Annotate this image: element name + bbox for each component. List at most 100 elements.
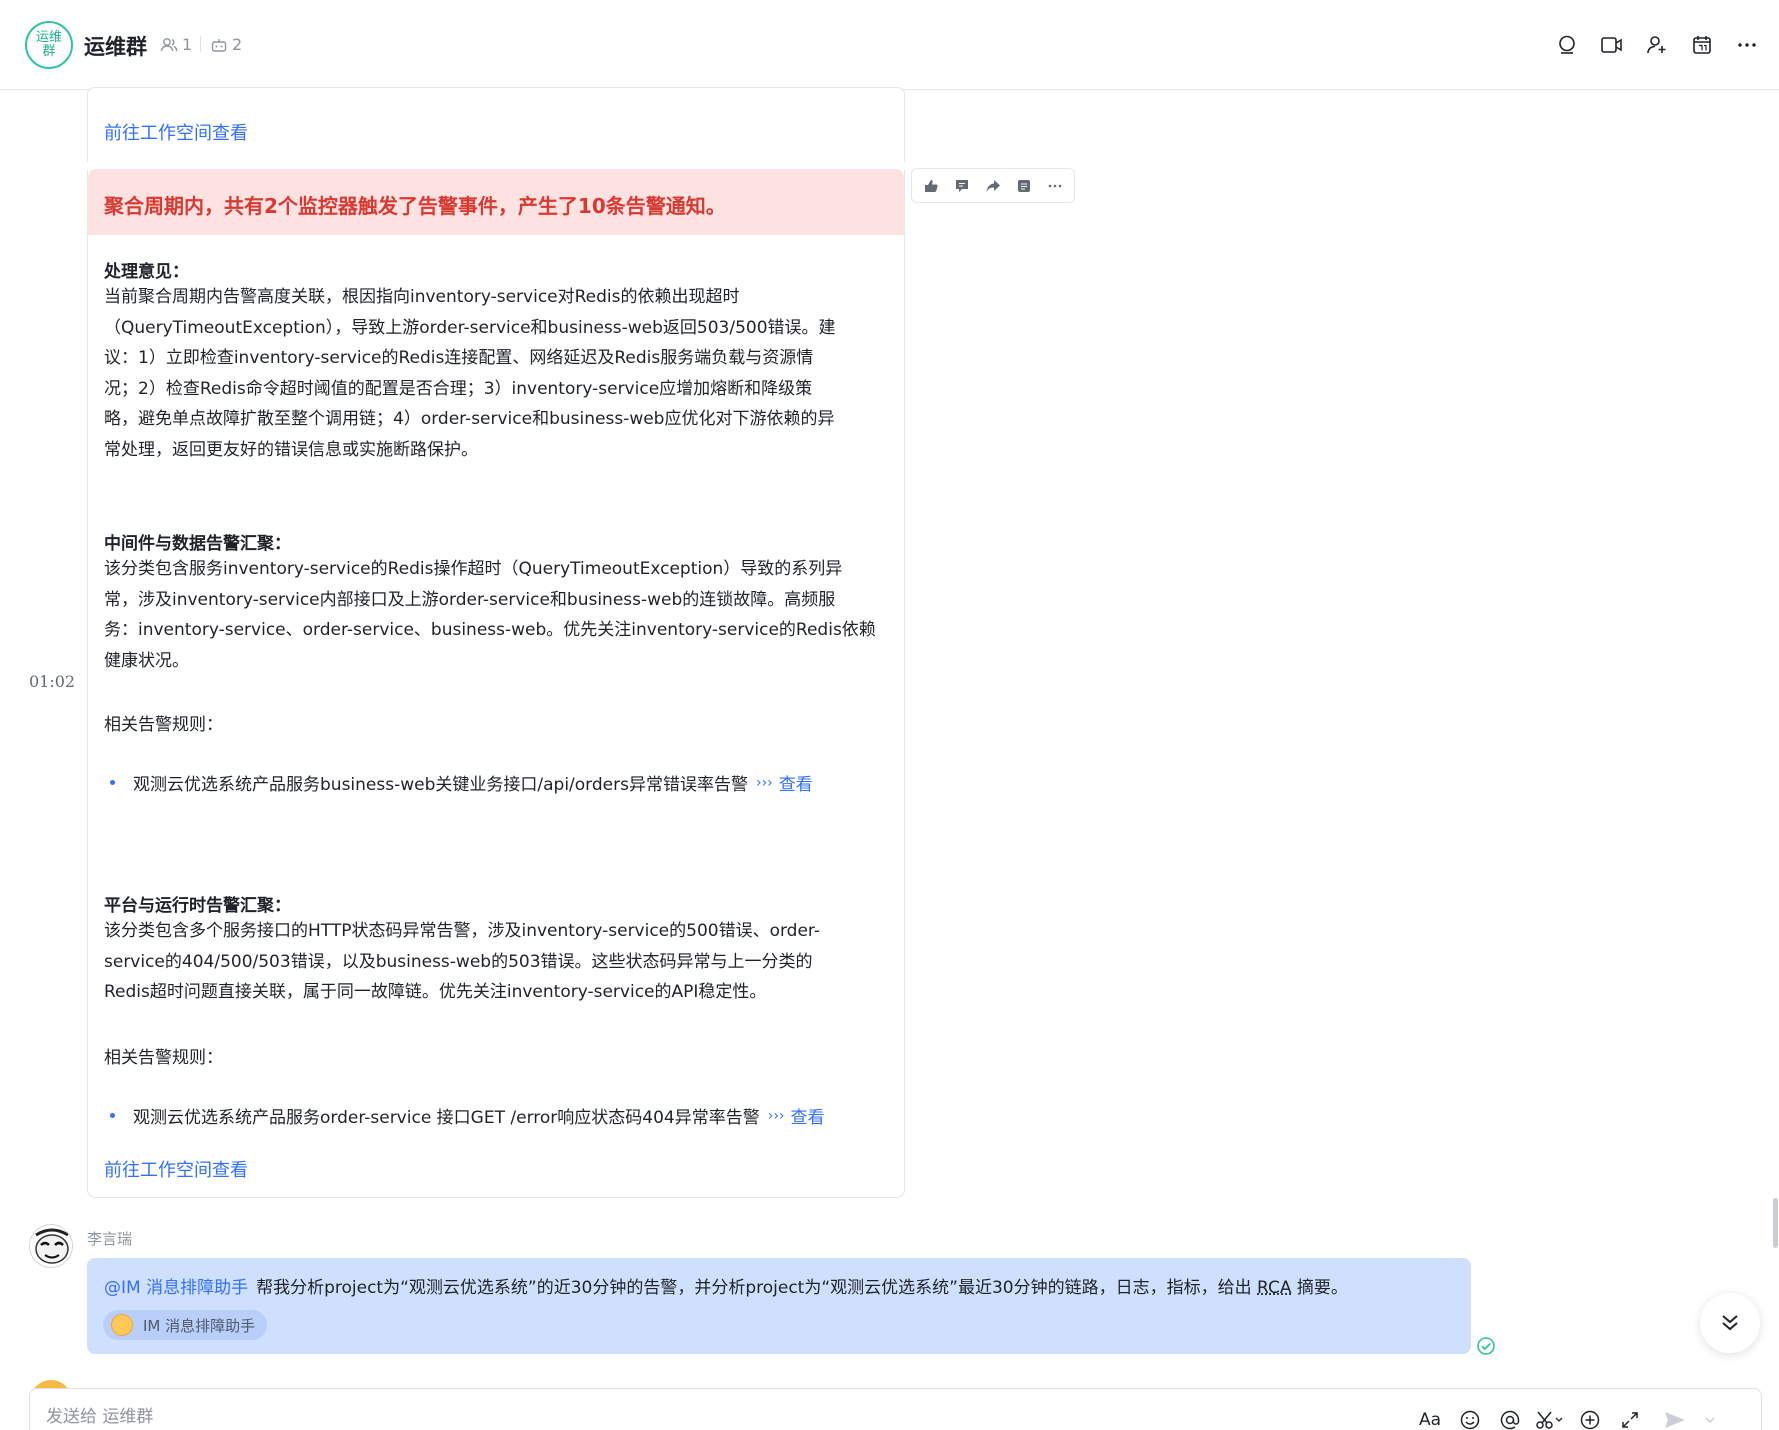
more-actions-button[interactable] — [1042, 173, 1068, 199]
middleware-line: 常，涉及inventory-service内部接口及上游order-servic… — [104, 589, 836, 610]
message-body: 帮我分析project为“观测云优选系统”的近30分钟的告警，并分析projec… — [256, 1278, 1257, 1298]
members-icon — [160, 37, 178, 51]
workspace-link-bottom[interactable]: 前往工作空间查看 — [104, 1156, 248, 1182]
chat-scrollbar[interactable] — [1773, 1198, 1778, 1248]
chevron-down-icon — [1705, 1417, 1715, 1423]
meta-divider — [200, 36, 201, 52]
triple-chevron-icon: ››› — [755, 774, 773, 791]
send-icon — [1665, 1412, 1685, 1428]
like-button[interactable] — [918, 173, 944, 199]
message-action-toolbar — [911, 168, 1075, 203]
bot-count-value: 2 — [232, 35, 243, 54]
search-icon — [1558, 35, 1575, 54]
platform-line: 该分类包含多个服务接口的HTTP状态码异常告警，涉及inventory-serv… — [104, 921, 820, 941]
search-chat-button[interactable] — [1544, 30, 1589, 60]
meme-face-icon — [30, 1225, 72, 1267]
send-options-button[interactable] — [1700, 1405, 1720, 1430]
bot-count[interactable]: 2 — [210, 35, 242, 54]
composer-toolbar: Aa — [1410, 1405, 1720, 1430]
pin-button[interactable] — [1011, 173, 1037, 199]
send-button[interactable] — [1650, 1405, 1700, 1430]
at-sign-icon — [1500, 1410, 1520, 1430]
alert-title: 聚合周期内，共有2个监控器触发了告警事件，产生了10条告警通知。 — [104, 194, 726, 218]
scissors-icon — [1536, 1411, 1563, 1429]
quote-icon — [1017, 179, 1030, 192]
platform-rule-view-link[interactable]: 查看 — [791, 1103, 825, 1128]
more-options-button[interactable] — [1724, 30, 1769, 60]
chat-header: 运维群 运维群 1 2 — [0, 0, 1779, 90]
double-chevron-down-icon — [1722, 1315, 1738, 1331]
expand-composer-button[interactable] — [1610, 1405, 1650, 1430]
triple-chevron-icon: ››› — [767, 1107, 785, 1124]
video-call-button[interactable] — [1589, 30, 1634, 60]
read-status-icon — [1477, 1337, 1495, 1355]
sender-avatar[interactable] — [29, 1224, 73, 1268]
bot-chip-label: IM 消息排障助手 — [143, 1316, 256, 1335]
handling-text: 当前聚合周期内告警高度关联，根因指向inventory-service对Redi… — [104, 282, 890, 465]
format-button[interactable]: Aa — [1410, 1405, 1450, 1430]
handling-line: 况；2）检查Redis命令超时阈值的配置是否合理；3）inventory-ser… — [104, 378, 813, 399]
add-member-button[interactable] — [1634, 30, 1679, 60]
middleware-line: 健康状况。 — [104, 650, 189, 671]
platform-line: service的404/500/503错误，以及business-web的503… — [104, 951, 813, 972]
rca-term[interactable]: RCA — [1257, 1278, 1291, 1298]
middleware-rule-item: 观测云优选系统产品服务business-web关键业务接口/api/orders… — [110, 770, 813, 795]
handling-line: 议：1）立即检查inventory-service的Redis连接配置、网络延迟… — [104, 348, 814, 368]
bot-icon — [211, 38, 227, 52]
platform-line: Redis超时问题直接关联，属于同一故障链。优先关注inventory-serv… — [104, 982, 767, 1002]
bullet-dot — [110, 1113, 115, 1118]
group-avatar[interactable]: 运维群 — [25, 21, 73, 69]
message-body-end: 摘要。 — [1291, 1278, 1348, 1298]
scroll-to-bottom-button[interactable] — [1700, 1293, 1760, 1353]
plus-circle-icon — [1580, 1410, 1600, 1430]
emoji-icon — [1460, 1410, 1480, 1430]
middleware-rules-label: 相关告警规则： — [104, 715, 223, 735]
middleware-rule-text: 观测云优选系统产品服务business-web关键业务接口/api/orders… — [133, 775, 748, 795]
calendar-button[interactable] — [1679, 30, 1724, 60]
middleware-rule-view-link[interactable]: 查看 — [779, 770, 813, 795]
more-icon — [1048, 184, 1061, 187]
handling-line: （QueryTimeoutException），导致上游order-servic… — [104, 317, 836, 338]
more-icon — [1737, 43, 1756, 47]
middleware-line: 该分类包含服务inventory-service的Redis操作超时（Query… — [104, 559, 843, 579]
emoji-button[interactable] — [1450, 1405, 1490, 1430]
middleware-text: 该分类包含服务inventory-service的Redis操作超时（Query… — [104, 554, 890, 676]
add-attachment-button[interactable] — [1570, 1405, 1610, 1430]
calendar-icon — [1692, 36, 1711, 54]
bullet-dot — [110, 780, 115, 785]
bot-mention[interactable]: @IM 消息排障助手 — [104, 1278, 248, 1298]
handling-line: 略，避免单点故障扩散至整个调用链；4）order-service和busines… — [104, 409, 835, 429]
member-count-value: 1 — [182, 35, 193, 54]
middleware-line: 务：inventory-service、order-service、busine… — [104, 620, 876, 640]
platform-rules-label: 相关告警规则： — [104, 1048, 223, 1068]
bot-chip[interactable]: IM 消息排障助手 — [103, 1310, 268, 1340]
thumbs-up-icon — [925, 179, 938, 192]
handling-title: 处理意见： — [104, 262, 189, 282]
forward-button[interactable] — [980, 173, 1006, 199]
video-icon — [1600, 37, 1622, 53]
workspace-link-top[interactable]: 前往工作空间查看 — [104, 119, 248, 145]
message-input[interactable] — [46, 1407, 1146, 1427]
reply-button[interactable] — [949, 173, 975, 199]
handling-line: 常处理，返回更友好的错误信息或实施断路保护。 — [104, 439, 478, 460]
bot-avatar-icon — [111, 1314, 133, 1336]
screenshot-button[interactable] — [1530, 1405, 1570, 1430]
comment-icon — [956, 179, 969, 192]
font-format-label: Aa — [1418, 1410, 1442, 1430]
platform-rule-text: 观测云优选系统产品服务order-service 接口GET /error响应状… — [133, 1108, 760, 1128]
sender-name: 李言瑞 — [87, 1230, 133, 1248]
middleware-title: 中间件与数据告警汇聚： — [104, 534, 291, 554]
member-count[interactable]: 1 — [160, 35, 192, 54]
add-user-icon — [1646, 36, 1665, 54]
platform-rule-item: 观测云优选系统产品服务order-service 接口GET /error响应状… — [110, 1103, 825, 1128]
handling-line: 当前聚合周期内告警高度关联，根因指向inventory-service对Redi… — [104, 287, 740, 307]
platform-title: 平台与运行时告警汇聚： — [104, 896, 291, 916]
message-text: @IM 消息排障助手 帮我分析project为“观测云优选系统”的近30分钟的告警… — [104, 1273, 1348, 1298]
header-actions — [1544, 30, 1769, 60]
mention-button[interactable] — [1490, 1405, 1530, 1430]
group-title[interactable]: 运维群 — [84, 31, 147, 61]
message-timestamp: 01:02 — [29, 672, 76, 691]
platform-text: 该分类包含多个服务接口的HTTP状态码异常告警，涉及inventory-serv… — [104, 916, 890, 1008]
forward-icon — [986, 179, 1000, 192]
expand-icon — [1622, 1412, 1638, 1428]
